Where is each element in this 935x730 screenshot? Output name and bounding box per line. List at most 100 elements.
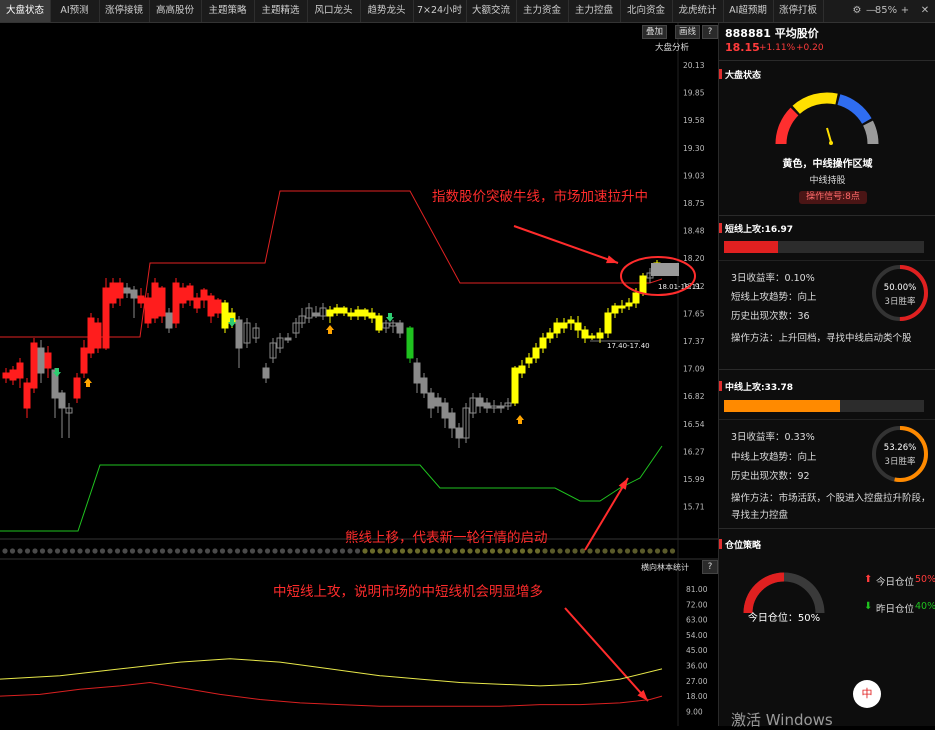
candle-body [483, 402, 491, 409]
tab-5[interactable]: 主题精选 [254, 0, 308, 22]
signal-dot [2, 548, 8, 554]
signal-dot [17, 548, 23, 554]
short-title: 短线上攻:16.97 [725, 225, 794, 235]
signal-dot [84, 548, 91, 554]
signal-dot [332, 548, 338, 554]
price-tick: 17.65 [683, 309, 705, 318]
candle-body [87, 317, 95, 354]
candle-body [193, 297, 201, 309]
candle-body [30, 342, 38, 389]
signal-dot [249, 548, 256, 554]
candle-body [354, 309, 362, 317]
signal-dot [107, 548, 113, 554]
tab-6[interactable]: 风口龙头 [307, 0, 361, 22]
candle-body [396, 322, 404, 334]
signal-dot [444, 548, 451, 554]
tab-12[interactable]: 北向资金 [620, 0, 673, 22]
signal-dot [549, 548, 556, 554]
signal-dot [564, 548, 571, 554]
price-tick: 15.71 [683, 503, 705, 512]
overlay-button[interactable]: 叠加 [642, 25, 668, 39]
signal-dot [632, 548, 638, 554]
arrow-up-icon: ⬆ [864, 574, 873, 585]
price-tick: 15.99 [683, 475, 705, 484]
draw-line-button[interactable]: 画线 [675, 25, 701, 39]
signal-dot [227, 548, 233, 554]
tab-7[interactable]: 趋势龙头 [360, 0, 414, 22]
candle-body [448, 412, 456, 429]
mascot-icon[interactable]: 中 [853, 680, 881, 708]
short-trend: 短线上攻趋势：向上 [731, 292, 817, 303]
tab-0[interactable]: 大盘状态 [0, 0, 51, 22]
tab-14[interactable]: AI超预期 [723, 0, 774, 22]
candle-body [158, 287, 166, 317]
price-tick: 19.30 [683, 144, 705, 153]
signal-dot [399, 548, 406, 554]
tab-bar: 大盘状态 AI预测 涨停接镜 高高股份 主题策略 主题精选 风口龙头 趋势龙头 7×24小时 大额… [0, 0, 935, 23]
lower-tick: 54.00 [686, 631, 708, 640]
help-icon[interactable]: ? [702, 25, 718, 39]
signal-dot [437, 548, 443, 554]
candle-body [375, 315, 383, 331]
lower-tick: 72.00 [686, 600, 708, 609]
signal-dot [662, 548, 668, 554]
hint-1: 18.01-18.11 [658, 283, 701, 291]
candle-body [200, 289, 208, 301]
tab-8[interactable]: 7×24小时 [413, 0, 467, 22]
mid-hist: 历史出现次数：92 [731, 471, 810, 482]
candle-body [44, 352, 52, 369]
price-tick: 16.54 [683, 420, 705, 429]
signal-dot [182, 548, 188, 554]
candle-body [497, 405, 505, 409]
short-line [0, 681, 663, 707]
signal-dot [594, 548, 601, 554]
signal-dot [392, 548, 398, 554]
candle-body [625, 302, 633, 307]
tab-13[interactable]: 龙虎统计 [672, 0, 724, 22]
signal-dot [167, 548, 173, 554]
mid-r3: 3日收益率：0.33% [731, 432, 815, 443]
mid-line [0, 658, 663, 687]
candle-body [574, 322, 582, 331]
tab-2[interactable]: 涨停接镜 [99, 0, 150, 22]
tab-4[interactable]: 主题策略 [201, 0, 255, 22]
close-icon[interactable]: ✕ [918, 0, 932, 22]
signal-dot [122, 548, 128, 554]
gauge-arc [775, 107, 799, 145]
tab-11[interactable]: 主力控盘 [568, 0, 621, 22]
tab-1[interactable]: AI预测 [50, 0, 100, 22]
signal-dot [384, 548, 391, 554]
lower-tick: 81.00 [686, 585, 708, 594]
price-tick: 18.20 [683, 254, 705, 263]
tab-15[interactable]: 涨停打板 [773, 0, 824, 22]
kline-chart[interactable]: 20.13 19.85 19.58 19.30 19.03 18.75 18.48 18.20… [0, 23, 718, 726]
signal-dot [242, 548, 248, 554]
signal-dot [542, 548, 548, 554]
candle-body [123, 287, 131, 294]
signal-dot [257, 548, 263, 554]
candle-body [102, 287, 110, 349]
signal-dot [114, 548, 121, 554]
candle-body [2, 372, 10, 379]
tab-9[interactable]: 大额交流 [466, 0, 517, 22]
mid-rate: 53.26% [883, 443, 917, 453]
candle-body [560, 322, 568, 329]
tab-3[interactable]: 高高股份 [149, 0, 202, 22]
signal-dot [572, 548, 578, 554]
signal-dot [189, 548, 196, 554]
candle-body [567, 319, 575, 324]
signal-dot [62, 548, 68, 554]
signal-dot [587, 548, 593, 554]
gear-icon[interactable]: ⚙ [850, 0, 864, 22]
signal-dot [9, 548, 16, 554]
signal-dot [294, 548, 301, 554]
zoom-in-icon[interactable]: + [898, 0, 912, 22]
signal-dot [602, 548, 608, 554]
lower-help-icon[interactable]: ? [702, 560, 718, 574]
zoom-level[interactable]: 85% [874, 0, 898, 22]
candle-body [518, 365, 526, 374]
signal-dot [369, 548, 376, 554]
tab-10[interactable]: 主力资金 [516, 0, 569, 22]
signal-dot [77, 548, 83, 554]
candle-body [179, 287, 187, 304]
